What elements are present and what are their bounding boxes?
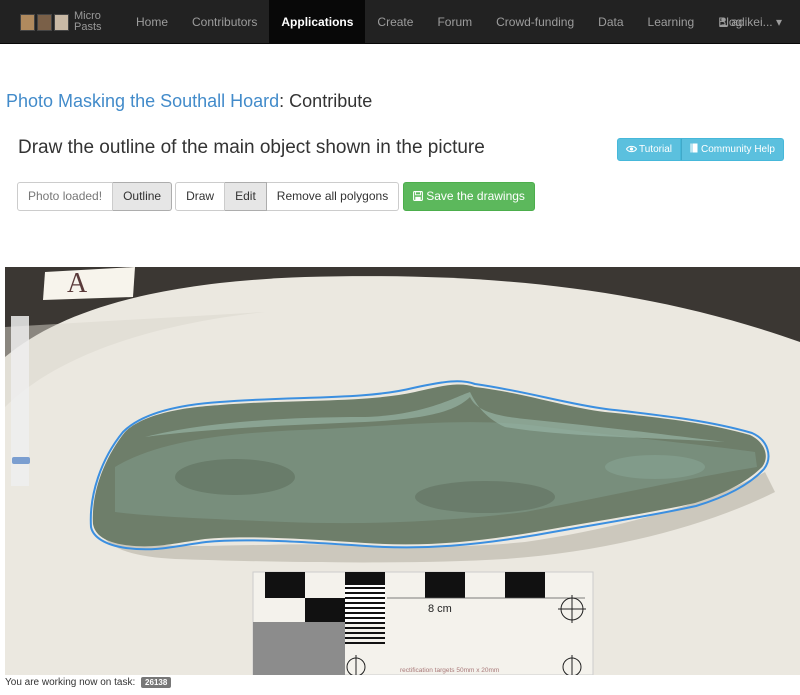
drawing-toolbar: Photo loaded! Outline Draw Edit Remove a…	[17, 182, 535, 211]
user-menu[interactable]: adikei... ▾	[719, 0, 782, 44]
brand-thumbnail-1	[20, 13, 35, 31]
task-status: You are working now on task: 26138	[5, 677, 172, 689]
draw-button[interactable]: Draw	[175, 182, 226, 211]
top-navbar: Micro Pasts Home Contributors Applicatio…	[0, 0, 800, 44]
task-id-badge: 26138	[141, 677, 172, 688]
save-drawings-label: Save the drawings	[426, 189, 525, 203]
page-title-suffix: : Contribute	[279, 91, 373, 111]
brand-thumbnail-3	[54, 13, 69, 31]
save-drawings-button[interactable]: Save the drawings	[403, 182, 535, 211]
user-menu-label: adikei... ▾	[731, 15, 782, 29]
nav-home[interactable]: Home	[124, 0, 180, 44]
nav-forum[interactable]: Forum	[425, 0, 484, 44]
nav-crowd-funding[interactable]: Crowd-funding	[484, 0, 586, 44]
community-help-label: Community Help	[700, 144, 775, 155]
nav-learning[interactable]: Learning	[636, 0, 707, 44]
photo-canvas[interactable]: A 8 cm rectification targets 50mm x 20mm	[5, 267, 800, 675]
task-status-text: You are working now on task:	[5, 677, 136, 689]
nav-data[interactable]: Data	[586, 0, 635, 44]
eye-icon	[625, 145, 638, 153]
book-icon	[690, 143, 698, 153]
task-heading: Draw the outline of the main object show…	[18, 137, 485, 158]
photo-loaded-button[interactable]: Photo loaded!	[17, 182, 114, 211]
card-letter: A	[67, 268, 88, 299]
project-link[interactable]: Photo Masking the Southall Hoard	[6, 91, 279, 111]
brand-text: Micro Pasts	[74, 11, 102, 33]
scale-label: 8 cm	[428, 603, 452, 615]
brand-logo[interactable]: Micro Pasts	[20, 7, 102, 37]
scale-ruler: 8 cm rectification targets 50mm x 20mm	[252, 571, 594, 675]
community-help-button[interactable]: Community Help	[680, 138, 784, 161]
outline-button[interactable]: Outline	[113, 182, 173, 211]
brand-thumbnail-2	[37, 13, 52, 31]
user-icon	[719, 17, 728, 27]
rectification-text: rectification targets 50mm x 20mm	[400, 667, 499, 674]
label-card: A	[43, 267, 135, 300]
nav-applications[interactable]: Applications	[269, 0, 366, 44]
nav-contributors[interactable]: Contributors	[180, 0, 269, 44]
zoom-slider-handle[interactable]	[12, 457, 30, 464]
remove-all-polygons-button[interactable]: Remove all polygons	[266, 182, 400, 211]
brand-text-line2: Pasts	[74, 21, 102, 33]
floppy-disk-icon	[413, 191, 424, 201]
nav-create[interactable]: Create	[365, 0, 425, 44]
edit-button[interactable]: Edit	[225, 182, 267, 211]
page-title: Photo Masking the Southall Hoard: Contri…	[6, 91, 372, 112]
help-button-group: Tutorial Community Help	[617, 138, 784, 161]
tutorial-button-label: Tutorial	[639, 144, 672, 155]
photo-svg: A 8 cm rectification targets 50mm x 20mm	[5, 267, 800, 675]
tutorial-button[interactable]: Tutorial	[617, 138, 681, 161]
main-nav: Home Contributors Applications Create Fo…	[124, 0, 754, 44]
